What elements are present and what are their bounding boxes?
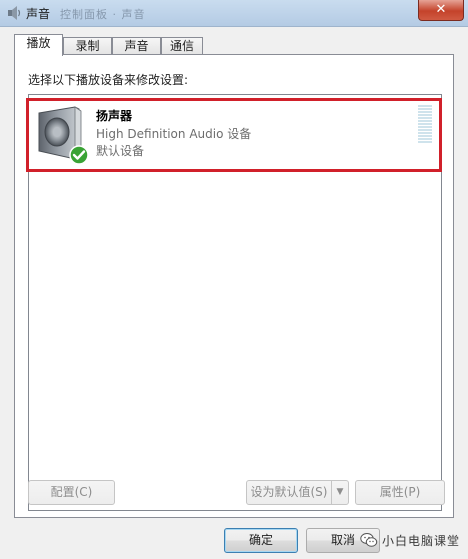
tab-sounds[interactable]: 声音 (112, 37, 161, 55)
title-bar: 声音 控制面板 · 声音 ✕ (0, 0, 468, 27)
background-window-text: 控制面板 · 声音 (60, 8, 146, 21)
device-list[interactable]: 扬声器 High Definition Audio 设备 默认设备 (26, 94, 442, 511)
set-default-dropdown-arrow-icon[interactable]: ▼ (331, 480, 349, 505)
instruction-label: 选择以下播放设备来修改设置: (28, 73, 189, 87)
set-default-button[interactable]: 设为默认值(S) (246, 480, 332, 505)
window-title: 声音 (26, 7, 51, 21)
device-name: 扬声器 (96, 109, 133, 123)
playback-panel: 选择以下播放设备来修改设置: 扬声器 High Definition Audio… (14, 54, 454, 518)
volume-meter (418, 105, 432, 145)
check-icon (69, 145, 89, 165)
device-status: 默认设备 (96, 144, 145, 158)
device-description: High Definition Audio 设备 (96, 127, 252, 141)
properties-button[interactable]: 属性(P) (355, 480, 445, 505)
close-button[interactable]: ✕ (418, 0, 464, 21)
tab-recording[interactable]: 录制 (63, 37, 112, 55)
watermark-text: 小白电脑课堂 (382, 534, 461, 548)
device-item-speaker[interactable]: 扬声器 High Definition Audio 设备 默认设备 (32, 101, 440, 167)
tab-playback[interactable]: 播放 (14, 34, 63, 56)
tab-communications[interactable]: 通信 (161, 37, 203, 55)
speaker-icon (8, 6, 21, 20)
wechat-icon (360, 533, 378, 547)
configure-button[interactable]: 配置(C) (28, 480, 115, 505)
watermark: 小白电脑课堂 (360, 529, 464, 551)
ok-button[interactable]: 确定 (224, 528, 298, 553)
